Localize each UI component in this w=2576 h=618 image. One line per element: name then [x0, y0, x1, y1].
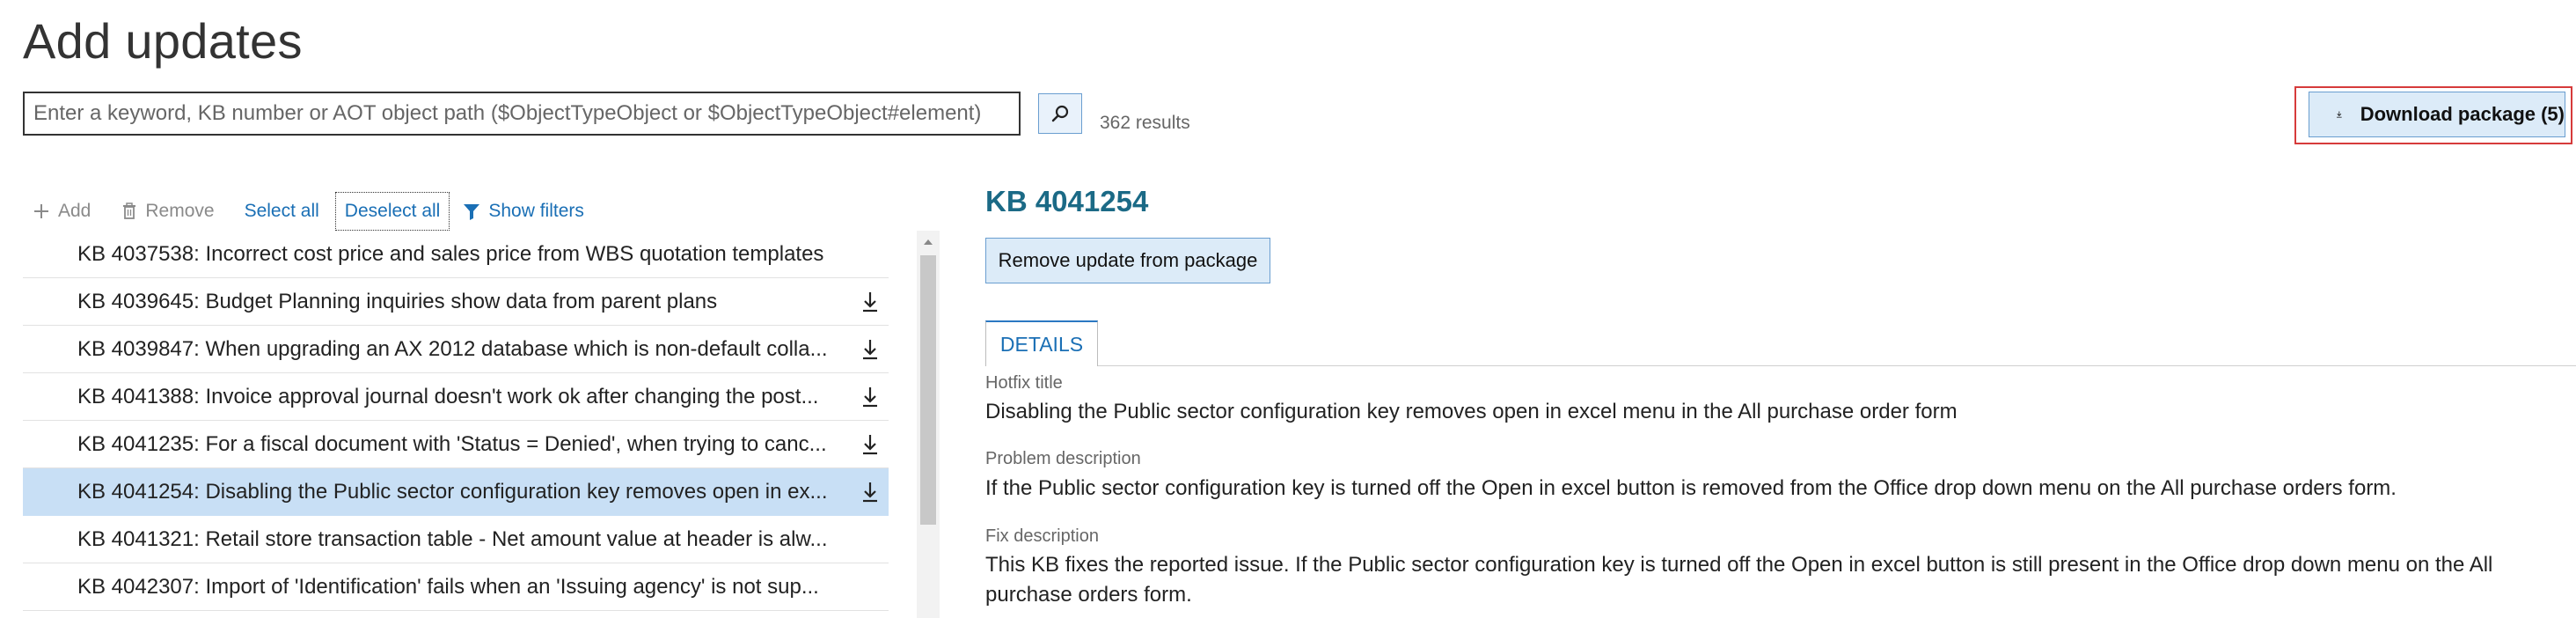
- problem-description-value: If the Public sector configuration key i…: [985, 476, 2397, 500]
- page-title: Add updates: [23, 13, 303, 69]
- list-item-label: KB 4041235: For a fiscal document with '…: [77, 432, 827, 456]
- download-package-button[interactable]: Download package (5): [2309, 92, 2565, 137]
- deselect-all-button[interactable]: Deselect all: [334, 192, 450, 231]
- list-item-label: KB 4037538: Incorrect cost price and sal…: [77, 242, 824, 266]
- download-icon[interactable]: [859, 291, 882, 313]
- list-item-label: KB 4041388: Invoice approval journal doe…: [77, 385, 819, 408]
- select-all-label: Select all: [244, 201, 319, 221]
- search-icon: [1051, 105, 1069, 122]
- update-list: KB 4037538: Incorrect cost price and sal…: [23, 231, 889, 618]
- tab-divider: [1098, 365, 2576, 366]
- list-item[interactable]: KB 4041235: For a fiscal document with '…: [23, 421, 889, 468]
- search-input[interactable]: [25, 93, 1019, 134]
- hotfix-title-label: Hotfix title: [985, 373, 1063, 393]
- list-item[interactable]: KB 4039645: Budget Planning inquiries sh…: [23, 278, 889, 326]
- download-icon[interactable]: [859, 338, 882, 361]
- list-item[interactable]: KB 4041321: Retail store transaction tab…: [23, 516, 889, 563]
- fix-description-label: Fix description: [985, 526, 1099, 546]
- list-item[interactable]: KB 4042307: Import of 'Identification' f…: [23, 563, 889, 611]
- show-filters-label: Show filters: [488, 201, 584, 221]
- filter-icon: [464, 204, 480, 220]
- scrollbar-thumb[interactable]: [920, 255, 936, 525]
- list-item-label: KB 4041254: Disabling the Public sector …: [77, 480, 828, 504]
- download-icon[interactable]: [859, 481, 882, 504]
- search-box[interactable]: [23, 92, 1021, 136]
- trash-icon: [123, 202, 136, 219]
- select-all-button[interactable]: Select all: [236, 192, 328, 231]
- list-item-label: KB 4039847: When upgrading an AX 2012 da…: [77, 337, 828, 361]
- download-package-label: Download package (5): [2360, 103, 2565, 125]
- list-item-label: KB 4041321: Retail store transaction tab…: [77, 527, 828, 551]
- show-filters-button[interactable]: Show filters: [453, 192, 593, 231]
- tab-details[interactable]: DETAILS: [985, 320, 1098, 366]
- remove-update-button[interactable]: Remove update from package: [985, 238, 1270, 283]
- deselect-all-label: Deselect all: [344, 201, 441, 221]
- fix-description-value: This KB fixes the reported issue. If the…: [985, 553, 2493, 607]
- search-button[interactable]: [1038, 93, 1082, 134]
- list-item[interactable]: KB 4041388: Invoice approval journal doe…: [23, 373, 889, 421]
- remove-button[interactable]: Remove: [112, 192, 223, 231]
- list-item[interactable]: KB 4041254: Disabling the Public sector …: [23, 468, 889, 516]
- hotfix-title-value: Disabling the Public sector configuratio…: [985, 400, 1958, 423]
- add-button[interactable]: Add: [23, 192, 99, 231]
- download-icon: [2337, 111, 2342, 118]
- kb-title: KB 4041254: [985, 185, 1149, 217]
- list-item[interactable]: KB 4039847: When upgrading an AX 2012 da…: [23, 326, 889, 373]
- scroll-up-arrow[interactable]: [917, 231, 940, 254]
- problem-description-label: Problem description: [985, 449, 1141, 468]
- list-item[interactable]: KB 4037538: Incorrect cost price and sal…: [23, 231, 889, 278]
- download-icon[interactable]: [859, 433, 882, 456]
- add-label: Add: [58, 201, 91, 221]
- remove-label: Remove: [145, 201, 215, 221]
- list-toolbar: Add Remove Select all Deselect all Show …: [23, 192, 593, 231]
- list-item-label: KB 4042307: Import of 'Identification' f…: [77, 575, 819, 599]
- plus-icon: [34, 204, 48, 218]
- results-count: 362 results: [1100, 113, 1190, 133]
- download-icon[interactable]: [859, 386, 882, 408]
- list-item-label: KB 4039645: Budget Planning inquiries sh…: [77, 290, 718, 313]
- chevron-up-icon: [924, 239, 933, 245]
